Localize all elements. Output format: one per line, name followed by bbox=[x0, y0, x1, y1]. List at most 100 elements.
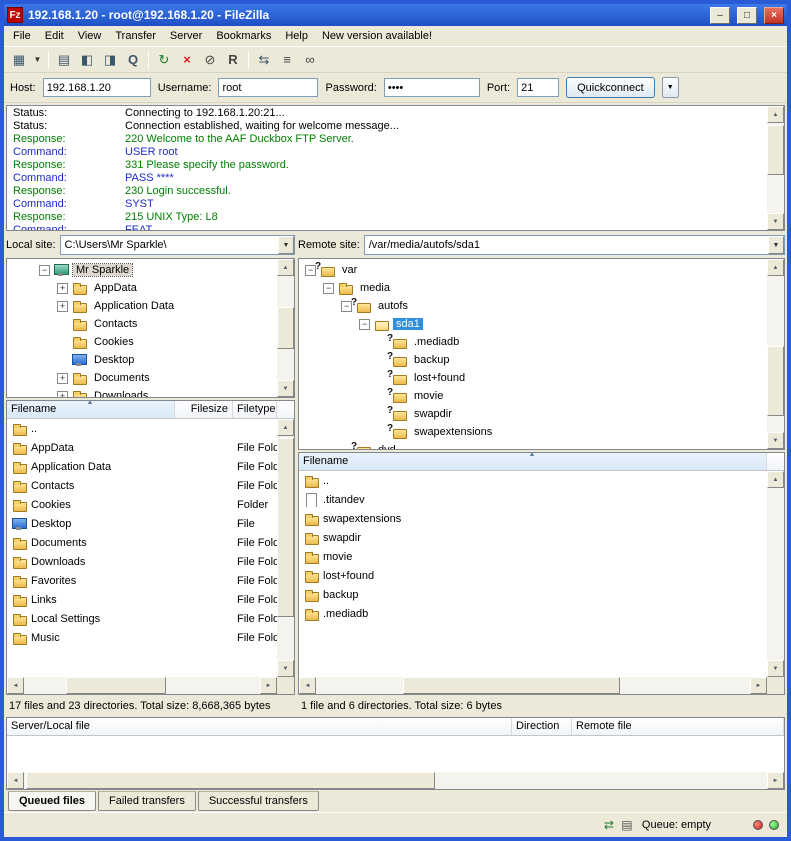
remote-list-hscrollbar[interactable]: ◄ ► bbox=[299, 677, 767, 694]
queue-column-direction[interactable]: Direction bbox=[512, 718, 572, 736]
local-tree-item[interactable]: + AppData bbox=[7, 279, 277, 297]
local-tree-item[interactable]: − Mr Sparkle bbox=[7, 261, 277, 279]
close-button[interactable]: × bbox=[764, 7, 784, 24]
scroll-right-icon[interactable]: ► bbox=[767, 772, 784, 789]
tree-expander-icon[interactable]: − bbox=[359, 319, 370, 330]
local-list-hscrollbar[interactable]: ◄ ► bbox=[7, 677, 277, 694]
tree-expander-icon[interactable]: − bbox=[39, 265, 50, 276]
remote-tree-item[interactable]: − media bbox=[299, 279, 767, 297]
synchronized-browsing-icon[interactable]: ≡ bbox=[276, 49, 298, 71]
scrollbar-thumb[interactable] bbox=[277, 307, 294, 349]
remote-tree-item[interactable]: .mediadb bbox=[299, 333, 767, 351]
title-bar[interactable]: Fz 192.168.1.20 - root@192.168.1.20 - Fi… bbox=[4, 4, 787, 26]
tab-successful-transfers[interactable]: Successful transfers bbox=[198, 791, 319, 811]
toggle-remote-tree-icon[interactable]: ◨ bbox=[99, 49, 121, 71]
column-header-filesize[interactable]: Filesize bbox=[175, 401, 233, 419]
scroll-down-icon[interactable]: ▼ bbox=[767, 432, 784, 449]
local-tree-item[interactable]: Desktop bbox=[7, 351, 277, 369]
disconnect-icon[interactable]: ⊘ bbox=[199, 49, 221, 71]
remote-tree-item[interactable]: swapextensions bbox=[299, 423, 767, 441]
reconnect-icon[interactable]: R bbox=[222, 49, 244, 71]
remote-file-row[interactable]: .. bbox=[299, 471, 767, 490]
maximize-button[interactable]: □ bbox=[737, 7, 757, 24]
local-file-row[interactable]: Local Settings File Folder bbox=[7, 609, 277, 628]
scroll-up-icon[interactable]: ▲ bbox=[277, 419, 294, 436]
menu-file[interactable]: File bbox=[6, 27, 38, 45]
tab-queued-files[interactable]: Queued files bbox=[8, 791, 96, 811]
find-files-icon[interactable]: ∞ bbox=[299, 49, 321, 71]
scroll-up-icon[interactable]: ▲ bbox=[767, 106, 784, 123]
cancel-icon[interactable]: × bbox=[176, 49, 198, 71]
menu-new-version[interactable]: New version available! bbox=[315, 27, 439, 45]
remote-site-combobox[interactable]: /var/media/autofs/sda1 ▼ bbox=[364, 235, 785, 255]
remote-tree-scrollbar[interactable]: ▲ ▼ bbox=[767, 259, 784, 449]
column-header-filetype[interactable]: Filetype bbox=[233, 401, 277, 419]
scrollbar-thumb[interactable] bbox=[277, 438, 294, 617]
remote-file-row[interactable]: backup bbox=[299, 585, 767, 604]
scroll-up-icon[interactable]: ▲ bbox=[767, 471, 784, 488]
scroll-down-icon[interactable]: ▼ bbox=[767, 660, 784, 677]
menu-edit[interactable]: Edit bbox=[38, 27, 71, 45]
menu-bookmarks[interactable]: Bookmarks bbox=[209, 27, 278, 45]
remote-tree-item[interactable]: movie bbox=[299, 387, 767, 405]
local-site-combobox[interactable]: C:\Users\Mr Sparkle\ ▼ bbox=[60, 235, 295, 255]
remote-file-row[interactable]: .mediadb bbox=[299, 604, 767, 623]
log-scrollbar[interactable]: ▲ ▼ bbox=[767, 106, 784, 230]
remote-tree-item[interactable]: lost+found bbox=[299, 369, 767, 387]
quickconnect-dropdown-icon[interactable]: ▼ bbox=[662, 77, 679, 98]
tree-expander-icon[interactable]: − bbox=[323, 283, 334, 294]
scroll-left-icon[interactable]: ◄ bbox=[7, 677, 24, 694]
local-file-row[interactable]: Music File Folder bbox=[7, 628, 277, 647]
directory-comparison-icon[interactable]: ⇆ bbox=[253, 49, 275, 71]
scroll-right-icon[interactable]: ► bbox=[260, 677, 277, 694]
local-tree-item[interactable]: + Downloads bbox=[7, 387, 277, 397]
local-tree-scrollbar[interactable]: ▲ ▼ bbox=[277, 259, 294, 397]
speed-limits-icon[interactable]: ⇄ bbox=[600, 817, 618, 833]
tab-failed-transfers[interactable]: Failed transfers bbox=[98, 791, 196, 811]
site-manager-dropdown-icon[interactable]: ▼ bbox=[31, 49, 44, 71]
column-header-filename[interactable]: ▲ Filename bbox=[299, 453, 767, 471]
scroll-left-icon[interactable]: ◄ bbox=[299, 677, 316, 694]
column-header-filename[interactable]: ▲ Filename bbox=[7, 401, 175, 419]
minimize-button[interactable]: – bbox=[710, 7, 730, 24]
queue-column-local-file[interactable]: Server/Local file bbox=[7, 718, 512, 736]
queue-column-remote-file[interactable]: Remote file bbox=[572, 718, 784, 736]
local-file-row[interactable]: Favorites File Folder bbox=[7, 571, 277, 590]
menu-server[interactable]: Server bbox=[163, 27, 209, 45]
quickconnect-button[interactable]: Quickconnect bbox=[566, 77, 655, 98]
toggle-local-tree-icon[interactable]: ◧ bbox=[76, 49, 98, 71]
toggle-queue-icon[interactable]: Q bbox=[122, 49, 144, 71]
local-file-row[interactable]: Contacts File Folder bbox=[7, 476, 277, 495]
scroll-down-icon[interactable]: ▼ bbox=[767, 213, 784, 230]
local-file-row[interactable]: Downloads File Folder bbox=[7, 552, 277, 571]
local-file-row[interactable]: Documents File Folder bbox=[7, 533, 277, 552]
menu-help[interactable]: Help bbox=[278, 27, 315, 45]
scroll-down-icon[interactable]: ▼ bbox=[277, 660, 294, 677]
menu-view[interactable]: View bbox=[71, 27, 109, 45]
remote-tree-item[interactable]: − autofs bbox=[299, 297, 767, 315]
tree-expander-icon[interactable]: + bbox=[57, 373, 68, 384]
local-tree-item[interactable]: Contacts bbox=[7, 315, 277, 333]
local-file-row[interactable]: Desktop File bbox=[7, 514, 277, 533]
remote-file-row[interactable]: lost+found bbox=[299, 566, 767, 585]
remote-tree-item[interactable]: dvd bbox=[299, 441, 767, 449]
scrollbar-thumb[interactable] bbox=[26, 772, 435, 789]
toggle-log-icon[interactable]: ▤ bbox=[53, 49, 75, 71]
scrollbar-thumb[interactable] bbox=[403, 677, 620, 694]
local-file-row[interactable]: Cookies Folder bbox=[7, 495, 277, 514]
site-manager-icon[interactable]: ▦ bbox=[8, 49, 30, 71]
queue-indicator-icon[interactable]: ▤ bbox=[618, 817, 636, 833]
tree-expander-icon[interactable]: + bbox=[57, 301, 68, 312]
combo-dropdown-icon[interactable]: ▼ bbox=[768, 236, 784, 254]
scroll-up-icon[interactable]: ▲ bbox=[767, 259, 784, 276]
combo-dropdown-icon[interactable]: ▼ bbox=[278, 236, 294, 254]
remote-tree-item[interactable]: backup bbox=[299, 351, 767, 369]
local-tree-item[interactable]: + Documents bbox=[7, 369, 277, 387]
tree-expander-icon[interactable]: + bbox=[57, 391, 68, 398]
remote-tree-item[interactable]: − sda1 bbox=[299, 315, 767, 333]
remote-file-row[interactable]: swapextensions bbox=[299, 509, 767, 528]
scrollbar-thumb[interactable] bbox=[66, 677, 165, 694]
local-file-row[interactable]: Application Data File Folder bbox=[7, 457, 277, 476]
local-file-row[interactable]: AppData File Folder bbox=[7, 438, 277, 457]
scroll-down-icon[interactable]: ▼ bbox=[277, 380, 294, 397]
